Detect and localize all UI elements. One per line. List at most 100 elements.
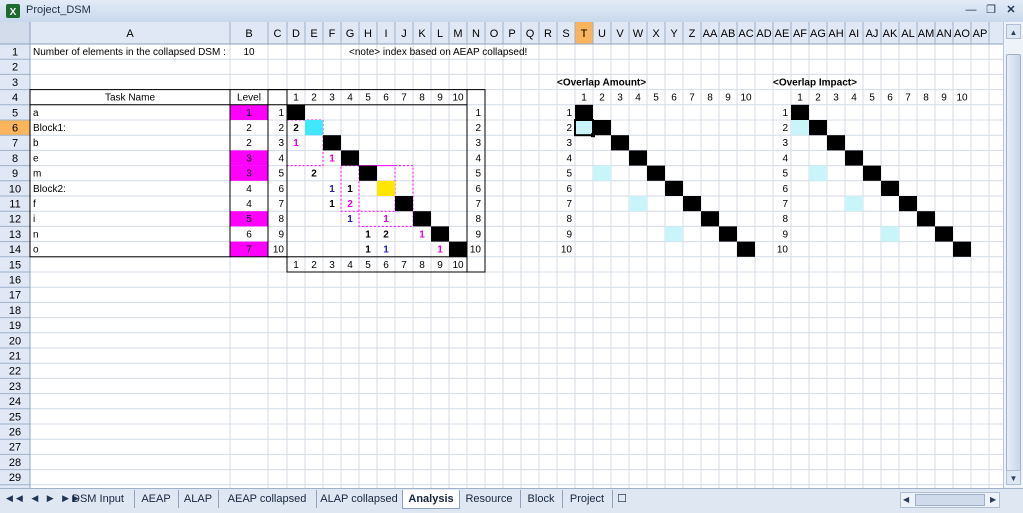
column-header-H[interactable]: H [364, 28, 372, 40]
column-header-AH[interactable]: AH [828, 28, 843, 40]
row-header-22[interactable]: 22 [9, 366, 21, 378]
sheet-tab-resource[interactable]: Resource [458, 490, 521, 508]
column-header-G[interactable]: G [346, 28, 355, 40]
column-header-AC[interactable]: AC [738, 28, 753, 40]
column-header-V[interactable]: V [616, 28, 624, 40]
row-header-15[interactable]: 15 [9, 259, 21, 271]
column-header-P[interactable]: P [508, 28, 515, 40]
scroll-down-icon[interactable]: ▼ [1006, 470, 1021, 485]
column-header-Q[interactable]: Q [526, 28, 535, 40]
column-header-AF[interactable]: AF [793, 28, 807, 40]
column-header-Y[interactable]: Y [670, 28, 678, 40]
column-header-AO[interactable]: AO [954, 28, 970, 40]
column-header-AJ[interactable]: AJ [866, 28, 879, 40]
dsm-dependency-value: 1 [347, 214, 353, 225]
column-header-AD[interactable]: AD [756, 28, 771, 40]
row-header-18[interactable]: 18 [9, 305, 21, 317]
row-header-23[interactable]: 23 [9, 381, 21, 393]
scroll-up-icon[interactable]: ▲ [1006, 24, 1021, 39]
column-header-J[interactable]: J [401, 28, 407, 40]
column-header-AN[interactable]: AN [936, 28, 951, 40]
row-header-17[interactable]: 17 [9, 290, 21, 302]
column-header-D[interactable]: D [292, 28, 300, 40]
sheet-tab-block[interactable]: Block [520, 490, 563, 508]
vertical-scroll-thumb[interactable] [1006, 54, 1021, 474]
row-header-27[interactable]: 27 [9, 442, 21, 454]
row-header-5[interactable]: 5 [12, 107, 18, 119]
horizontal-scrollbar[interactable]: ◀ ▶ [900, 492, 1000, 508]
row-header-29[interactable]: 29 [9, 472, 21, 484]
spreadsheet-canvas[interactable]: A B C D E F G H I J K L M N O P Q R S T U V W X Y Z AA AB AC AD AE AF AG… [0, 22, 1003, 488]
column-header-AG[interactable]: AG [810, 28, 826, 40]
column-header-E[interactable]: E [310, 28, 317, 40]
row-header-7[interactable]: 7 [12, 138, 18, 150]
row-header-2[interactable]: 2 [12, 62, 18, 74]
column-header-B[interactable]: B [245, 28, 252, 40]
column-header-L[interactable]: L [437, 28, 443, 40]
overlap-impact-row-index: 9 [782, 229, 788, 240]
row-header-26[interactable]: 26 [9, 427, 21, 439]
row-header-10[interactable]: 10 [9, 183, 21, 195]
row-header-19[interactable]: 19 [9, 320, 21, 332]
column-header-X[interactable]: X [652, 28, 660, 40]
column-header-W[interactable]: W [633, 28, 644, 40]
vertical-scrollbar[interactable]: ▲ ▼ [1003, 22, 1023, 488]
row-header-1[interactable]: 1 [12, 47, 18, 59]
column-header-Z[interactable]: Z [689, 28, 696, 40]
column-header-AK[interactable]: AK [883, 28, 898, 40]
row-header-20[interactable]: 20 [9, 335, 21, 347]
sheet-tab-project[interactable]: Project [562, 490, 613, 508]
column-header-N[interactable]: N [472, 28, 480, 40]
row-header-3[interactable]: 3 [12, 77, 18, 89]
column-header-S[interactable]: S [562, 28, 569, 40]
horizontal-scroll-thumb[interactable] [915, 494, 985, 506]
column-header-R[interactable]: R [544, 28, 552, 40]
row-header-8[interactable]: 8 [12, 153, 18, 165]
column-header-AB[interactable]: AB [721, 28, 736, 40]
column-header-AM[interactable]: AM [918, 28, 935, 40]
close-icon[interactable]: ✕ [1003, 3, 1019, 18]
column-header-T[interactable]: T [581, 28, 588, 40]
row-header-6[interactable]: 6 [12, 123, 18, 135]
row-header-21[interactable]: 21 [9, 351, 21, 363]
row-header-14[interactable]: 14 [9, 244, 21, 256]
scroll-right-icon[interactable]: ▶ [990, 493, 996, 507]
row-header-24[interactable]: 24 [9, 396, 21, 408]
column-header-AI[interactable]: AI [849, 28, 859, 40]
dsm-diagonal-cell [431, 226, 449, 242]
sheet-tab-aeap[interactable]: AEAP [134, 490, 179, 508]
sheet-tab-alap-collapsed[interactable]: ALAP collapsed [316, 490, 403, 508]
row-header-28[interactable]: 28 [9, 457, 21, 469]
row-header-4[interactable]: 4 [12, 92, 18, 104]
column-header-F[interactable]: F [329, 28, 336, 40]
row-header-12[interactable]: 12 [9, 214, 21, 226]
overlap-amount-row-index: 5 [566, 169, 572, 180]
column-header-AA[interactable]: AA [703, 28, 718, 40]
row-header-16[interactable]: 16 [9, 275, 21, 287]
sheet-tab-aeap-collapsed[interactable]: AEAP collapsed [218, 490, 317, 508]
minimize-icon[interactable]: — [963, 3, 979, 18]
column-header-C[interactable]: C [274, 28, 282, 40]
column-header-AE[interactable]: AE [775, 28, 790, 40]
column-header-A[interactable]: A [126, 28, 134, 40]
row-header-11[interactable]: 11 [9, 199, 20, 211]
row-header-13[interactable]: 13 [9, 229, 21, 241]
column-header-K[interactable]: K [418, 28, 426, 40]
column-header-AP[interactable]: AP [973, 28, 988, 40]
worksheet-grid[interactable]: A B C D E F G H I J K L M N O P Q R S T U V W X Y Z AA AB AC AD AE AF AG… [0, 22, 1003, 488]
column-header-U[interactable]: U [598, 28, 606, 40]
sheet-tab-analysis[interactable]: Analysis [402, 490, 460, 509]
column-header-I[interactable]: I [384, 28, 387, 40]
insert-sheet-icon[interactable]: ☐ [612, 490, 632, 508]
sheet-tab-dsm-input[interactable]: DSM Input [62, 490, 135, 508]
restore-icon[interactable]: ❐ [983, 3, 999, 18]
overlap-amount-diagonal-cell [719, 226, 737, 242]
row-header-25[interactable]: 25 [9, 411, 21, 423]
row-header-9[interactable]: 9 [12, 168, 18, 180]
overlap-amount-row-index: 9 [566, 229, 572, 240]
sheet-tab-alap[interactable]: ALAP [178, 490, 219, 508]
column-header-O[interactable]: O [490, 28, 499, 40]
column-header-M[interactable]: M [453, 28, 462, 40]
scroll-left-icon[interactable]: ◀ [903, 493, 909, 507]
column-header-AL[interactable]: AL [901, 28, 914, 40]
